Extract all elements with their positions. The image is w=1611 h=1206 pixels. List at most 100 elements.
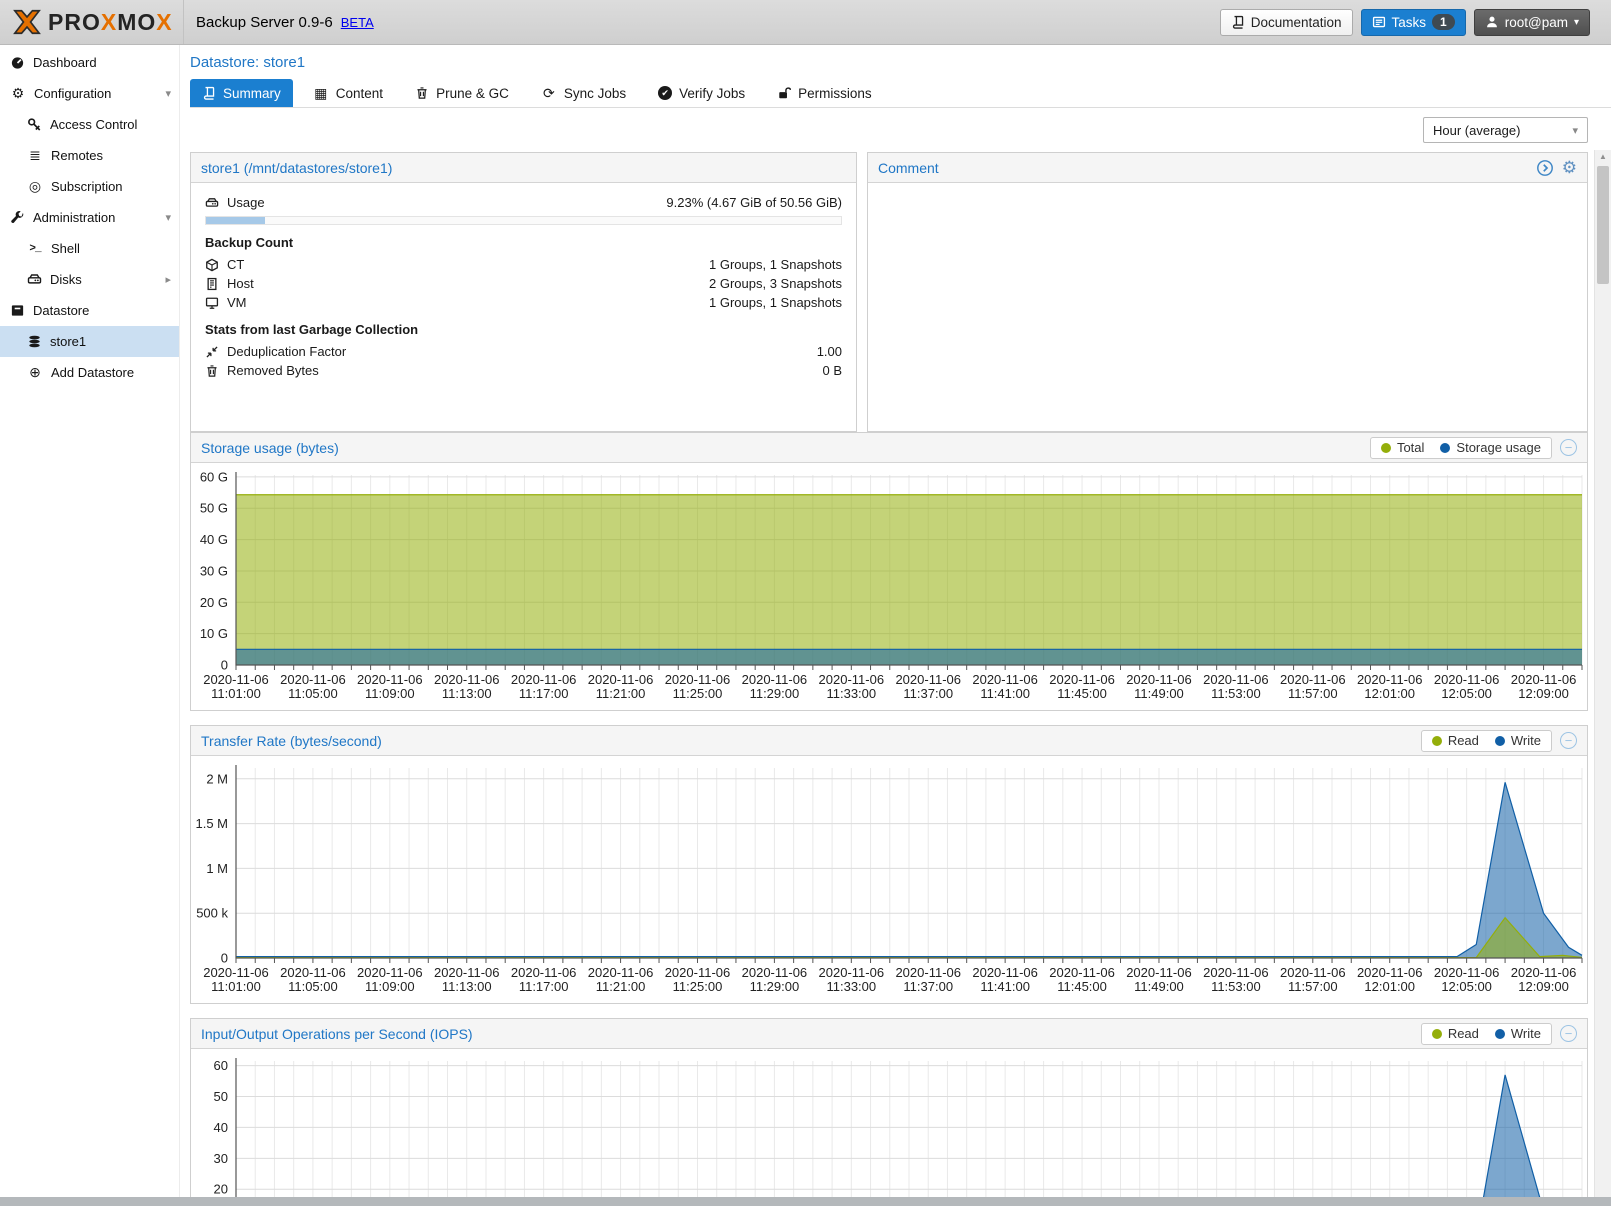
transfer-chart: 0500 k1 M1.5 M2 M2020-11-0611:01:002020-… bbox=[191, 756, 1587, 1003]
usage-value: 9.23% (4.67 GiB of 50.56 GiB) bbox=[666, 195, 842, 210]
sidebar-item-add-datastore[interactable]: ⊕Add Datastore bbox=[0, 357, 179, 388]
scroll-up-arrow[interactable]: ▲ bbox=[1595, 150, 1611, 164]
svg-text:11:05:00: 11:05:00 bbox=[288, 979, 338, 994]
tab-label: Prune & GC bbox=[436, 86, 509, 101]
store1-panel-body: Usage 9.23% (4.67 GiB of 50.56 GiB) Back… bbox=[191, 183, 856, 390]
sidebar-item-label: Subscription bbox=[51, 179, 123, 194]
row-label: Removed Bytes bbox=[227, 363, 319, 378]
svg-text:12:05:00: 12:05:00 bbox=[1441, 979, 1492, 994]
sidebar-item-configuration[interactable]: ⚙Configuration▾ bbox=[0, 78, 179, 109]
svg-text:11:37:00: 11:37:00 bbox=[903, 686, 953, 701]
legend-item-read[interactable]: Read bbox=[1432, 733, 1479, 748]
caret-down-icon[interactable]: ▾ bbox=[165, 211, 171, 224]
collapse-panel-icon[interactable]: − bbox=[1560, 1025, 1577, 1042]
sidebar-item-label: Remotes bbox=[51, 148, 103, 163]
comment-panel-header: Comment ⚙ bbox=[868, 153, 1587, 183]
wrench-icon bbox=[10, 210, 25, 225]
svg-text:2020-11-06: 2020-11-06 bbox=[895, 672, 961, 687]
legend-label: Write bbox=[1511, 733, 1541, 748]
legend-item-total[interactable]: Total bbox=[1381, 440, 1424, 455]
svg-text:11:25:00: 11:25:00 bbox=[673, 979, 723, 994]
svg-text:2020-11-06: 2020-11-06 bbox=[1357, 672, 1423, 687]
documentation-button[interactable]: Documentation bbox=[1220, 9, 1353, 36]
collapse-panel-icon[interactable]: − bbox=[1560, 439, 1577, 456]
backup-count-row: CT1 Groups, 1 Snapshots bbox=[205, 255, 842, 274]
svg-text:12:01:00: 12:01:00 bbox=[1364, 979, 1415, 994]
vertical-scrollbar[interactable]: ▲ bbox=[1594, 150, 1611, 1197]
tab-sync-jobs[interactable]: ⟳Sync Jobs bbox=[529, 79, 638, 107]
collapse-panel-icon[interactable]: − bbox=[1560, 732, 1577, 749]
submit-chevron-circle-icon[interactable] bbox=[1536, 159, 1554, 177]
tab-content[interactable]: ▦Content bbox=[301, 79, 395, 107]
tab-prune-gc[interactable]: Prune & GC bbox=[403, 79, 521, 107]
row-label: Deduplication Factor bbox=[227, 344, 346, 359]
svg-text:11:25:00: 11:25:00 bbox=[673, 686, 723, 701]
caret-right-icon[interactable]: ▸ bbox=[165, 273, 171, 286]
sidebar-item-access-control[interactable]: Access Control bbox=[0, 109, 179, 140]
tab-summary[interactable]: Summary bbox=[190, 79, 293, 107]
backup-count-rows: CT1 Groups, 1 SnapshotsHost2 Groups, 3 S… bbox=[205, 255, 842, 312]
svg-text:11:17:00: 11:17:00 bbox=[519, 686, 569, 701]
svg-text:11:41:00: 11:41:00 bbox=[980, 686, 1030, 701]
range-select[interactable]: Hour (average) ▾ bbox=[1423, 117, 1588, 143]
svg-text:60: 60 bbox=[214, 1058, 228, 1073]
svg-text:2020-11-06: 2020-11-06 bbox=[588, 672, 654, 687]
sidebar-item-datastore[interactable]: Datastore bbox=[0, 295, 179, 326]
horizontal-scrollbar[interactable] bbox=[0, 1197, 1611, 1206]
svg-text:11:41:00: 11:41:00 bbox=[980, 979, 1030, 994]
store1-panel-title: store1 (/mnt/datastores/store1) bbox=[201, 160, 392, 176]
tab-label: Content bbox=[336, 86, 383, 101]
proxmox-x-icon bbox=[12, 7, 42, 37]
compress-icon bbox=[205, 345, 219, 359]
sidebar-item-store1[interactable]: store1 bbox=[0, 326, 179, 357]
svg-text:2020-11-06: 2020-11-06 bbox=[1434, 965, 1500, 980]
gear-icon[interactable]: ⚙ bbox=[1562, 159, 1577, 177]
row-value: 1 Groups, 1 Snapshots bbox=[709, 295, 842, 310]
row-label: VM bbox=[227, 295, 247, 310]
svg-text:0: 0 bbox=[221, 951, 228, 966]
svg-text:2020-11-06: 2020-11-06 bbox=[511, 965, 577, 980]
svg-text:11:45:00: 11:45:00 bbox=[1057, 686, 1107, 701]
legend-item-write[interactable]: Write bbox=[1495, 1026, 1541, 1041]
svg-text:11:33:00: 11:33:00 bbox=[826, 979, 876, 994]
sidebar-item-dashboard[interactable]: Dashboard bbox=[0, 47, 179, 78]
chart-body: 010 G20 G30 G40 G50 G60 G2020-11-0611:01… bbox=[191, 463, 1587, 710]
unlock-icon bbox=[777, 86, 791, 100]
row-value: 0 B bbox=[822, 363, 842, 378]
svg-text:12:09:00: 12:09:00 bbox=[1518, 979, 1569, 994]
sidebar-item-shell[interactable]: >_Shell bbox=[0, 233, 179, 264]
legend-item-storage-usage[interactable]: Storage usage bbox=[1440, 440, 1541, 455]
beta-link[interactable]: BETA bbox=[341, 15, 374, 30]
gc-stats-row: Removed Bytes 0 B bbox=[205, 361, 842, 380]
svg-text:11:49:00: 11:49:00 bbox=[1134, 686, 1184, 701]
sidebar-item-administration[interactable]: Administration▾ bbox=[0, 202, 179, 233]
legend-item-read[interactable]: Read bbox=[1432, 1026, 1479, 1041]
sidebar-item-disks[interactable]: Disks▸ bbox=[0, 264, 179, 295]
user-menu-button[interactable]: root@pam ▾ bbox=[1474, 9, 1590, 36]
svg-text:2020-11-06: 2020-11-06 bbox=[665, 672, 731, 687]
svg-text:1.5 M: 1.5 M bbox=[195, 816, 228, 831]
database-icon bbox=[27, 334, 42, 349]
svg-text:2020-11-06: 2020-11-06 bbox=[1434, 672, 1500, 687]
scrollbar-thumb[interactable] bbox=[1597, 166, 1609, 284]
svg-text:2020-11-06: 2020-11-06 bbox=[1357, 965, 1423, 980]
usage-progress-bar bbox=[205, 216, 842, 225]
tab-verify-jobs[interactable]: ✔Verify Jobs bbox=[646, 79, 757, 107]
sync-icon: ⟳ bbox=[541, 85, 557, 102]
tasks-button[interactable]: Tasks 1 bbox=[1361, 9, 1466, 36]
check-circle-icon: ✔ bbox=[658, 86, 672, 100]
tab-permissions[interactable]: Permissions bbox=[765, 79, 884, 107]
backup-count-row: Host2 Groups, 3 Snapshots bbox=[205, 274, 842, 293]
svg-text:11:09:00: 11:09:00 bbox=[365, 979, 415, 994]
book-icon bbox=[1231, 15, 1245, 29]
sidebar-item-remotes[interactable]: ≣Remotes bbox=[0, 140, 179, 171]
sidebar-item-subscription[interactable]: ◎Subscription bbox=[0, 171, 179, 202]
chart-legend: Read Write bbox=[1421, 1023, 1552, 1045]
caret-down-icon[interactable]: ▾ bbox=[165, 87, 171, 100]
legend-item-write[interactable]: Write bbox=[1495, 733, 1541, 748]
gc-stats-row: Deduplication Factor1.00 bbox=[205, 342, 842, 361]
svg-text:2020-11-06: 2020-11-06 bbox=[665, 965, 731, 980]
app-header: PROXMOX Backup Server 0.9-6 BETA Documen… bbox=[0, 0, 1611, 45]
host-icon bbox=[205, 277, 219, 291]
svg-text:11:21:00: 11:21:00 bbox=[596, 979, 646, 994]
